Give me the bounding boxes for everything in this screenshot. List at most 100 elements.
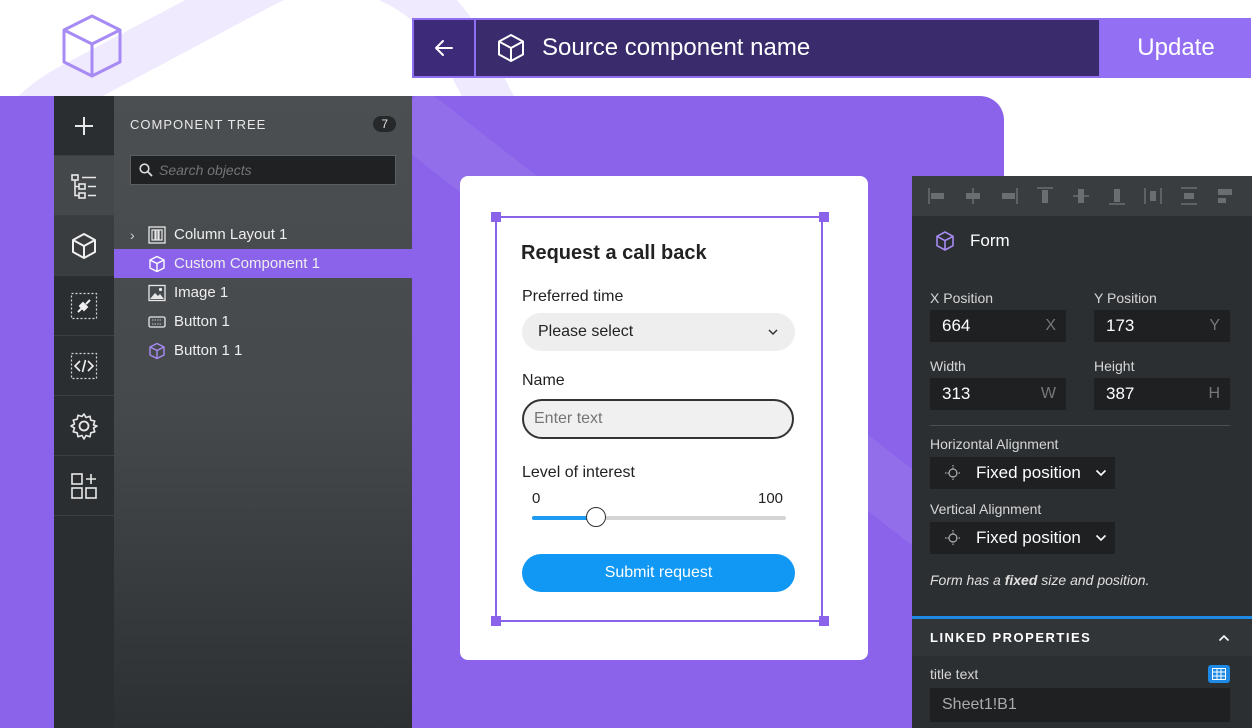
horizontal-alignment-value: Fixed position (976, 463, 1081, 482)
note-prefix: Form has a (930, 572, 1005, 588)
component-name-field[interactable]: Source component name (474, 18, 1101, 78)
name-label: Name (522, 372, 565, 389)
cube-logo-icon (60, 12, 124, 80)
distribute-h-icon[interactable] (1142, 185, 1164, 207)
icon-rail (54, 96, 114, 728)
cube-icon (148, 255, 166, 273)
code-icon (70, 352, 98, 379)
time-select[interactable]: Please select (522, 313, 795, 351)
tree-item-button-1-1[interactable]: Button 1 1 (114, 336, 412, 365)
align-right-icon[interactable] (998, 185, 1020, 207)
crosshair-icon (944, 529, 962, 547)
submit-button[interactable]: Submit request (522, 554, 795, 592)
align-center-v-icon[interactable] (1070, 185, 1092, 207)
chevron-right-icon[interactable]: › (130, 227, 135, 243)
align-top-icon[interactable] (1034, 185, 1056, 207)
slider-thumb[interactable] (585, 507, 606, 527)
time-select-value: Please select (538, 323, 634, 340)
chevron-down-icon (768, 329, 778, 336)
interest-slider[interactable] (532, 507, 786, 527)
chevron-down-icon (1095, 534, 1107, 542)
cube-icon (496, 33, 526, 63)
arrow-left-icon (435, 40, 453, 56)
plugin-icon (70, 292, 98, 319)
properties-panel: Form X Position Y Position 664 X 173 Y W… (912, 176, 1252, 728)
form-title: Request a call back (521, 242, 707, 264)
search-icon (139, 163, 153, 177)
distribute-v-icon[interactable] (1178, 185, 1200, 207)
y-value: 173 (1106, 316, 1135, 335)
title-text-label: title text (930, 666, 979, 682)
tree-list: › Column Layout 1 Custom Component 1 Ima… (114, 220, 412, 365)
spreadsheet-icon[interactable] (1208, 665, 1230, 683)
title-text-input[interactable]: Sheet1!B1 (930, 688, 1230, 722)
tree-icon (71, 173, 96, 199)
cube-icon (72, 232, 96, 259)
resize-handle-top-left[interactable] (491, 212, 501, 222)
range-max: 100 (758, 490, 784, 507)
tree-item-column-layout[interactable]: › Column Layout 1 (114, 220, 412, 249)
vertical-alignment-dropdown[interactable]: Fixed position (930, 522, 1115, 554)
resize-handle-bottom-right[interactable] (819, 616, 829, 626)
add-widget-icon (71, 472, 97, 499)
tree-item-label: Column Layout 1 (174, 226, 288, 243)
vertical-alignment-label: Vertical Alignment (930, 501, 1042, 517)
y-position-input[interactable]: 173 Y (1094, 310, 1230, 342)
interest-label: Level of interest (522, 464, 635, 481)
properties-title: Form (970, 231, 1010, 250)
height-label: Height (1094, 358, 1135, 374)
plugins-button[interactable] (54, 276, 114, 336)
settings-button[interactable] (54, 396, 114, 456)
search-input[interactable] (159, 162, 379, 178)
height-unit: H (1208, 385, 1220, 402)
crosshair-icon (944, 464, 962, 482)
resize-handle-top-right[interactable] (819, 212, 829, 222)
code-button[interactable] (54, 336, 114, 396)
distribute-spacing-icon[interactable] (1214, 185, 1236, 207)
width-unit: W (1040, 385, 1056, 402)
height-input[interactable]: 387 H (1094, 378, 1230, 410)
add-widget-button[interactable] (54, 456, 114, 516)
gear-icon (70, 412, 98, 440)
note-bold: fixed (1004, 572, 1038, 588)
range-min: 0 (532, 490, 541, 507)
align-bottom-icon[interactable] (1106, 185, 1128, 207)
tree-item-label: Button 1 (174, 313, 230, 330)
align-left-icon[interactable] (926, 185, 948, 207)
name-input[interactable] (522, 399, 794, 439)
cube-icon (934, 230, 956, 252)
align-center-h-icon[interactable] (962, 185, 984, 207)
tree-item-custom-component[interactable]: Custom Component 1 (114, 249, 412, 278)
component-topbar: Source component name Update (412, 18, 1251, 78)
tree-item-button[interactable]: Button 1 (114, 307, 412, 336)
panel-title: COMPONENT TREE (130, 116, 267, 132)
tree-item-image[interactable]: Image 1 (114, 278, 412, 307)
size-position-note: Form has a fixed size and position. (930, 572, 1149, 588)
x-unit: X (1045, 317, 1056, 334)
components-button[interactable] (54, 216, 114, 276)
width-value: 313 (942, 384, 971, 403)
back-button[interactable] (412, 18, 474, 78)
component-tree-panel: COMPONENT TREE 7 › Column Layout 1 Custo… (114, 96, 412, 728)
tree-item-label: Custom Component 1 (174, 255, 320, 272)
component-tree-button[interactable] (54, 156, 114, 216)
cube-icon (148, 342, 166, 360)
linked-properties-header[interactable]: LINKED PROPERTIES (912, 616, 1252, 656)
x-position-label: X Position (930, 290, 994, 306)
chevron-up-icon[interactable] (1218, 634, 1230, 642)
update-button[interactable]: Update (1101, 18, 1251, 78)
x-value: 664 (942, 316, 971, 335)
x-position-input[interactable]: 664 X (930, 310, 1066, 342)
plus-icon (75, 116, 93, 135)
horizontal-alignment-label: Horizontal Alignment (930, 436, 1059, 452)
linked-properties-title: LINKED PROPERTIES (930, 630, 1092, 645)
add-button[interactable] (54, 96, 114, 156)
resize-handle-bottom-left[interactable] (491, 616, 501, 626)
y-position-label: Y Position (1094, 290, 1157, 306)
search-box (130, 155, 396, 185)
count-badge: 7 (373, 116, 396, 132)
alignment-toolbar (912, 176, 1252, 216)
horizontal-alignment-dropdown[interactable]: Fixed position (930, 457, 1115, 489)
width-input[interactable]: 313 W (930, 378, 1066, 410)
y-unit: Y (1209, 317, 1220, 334)
